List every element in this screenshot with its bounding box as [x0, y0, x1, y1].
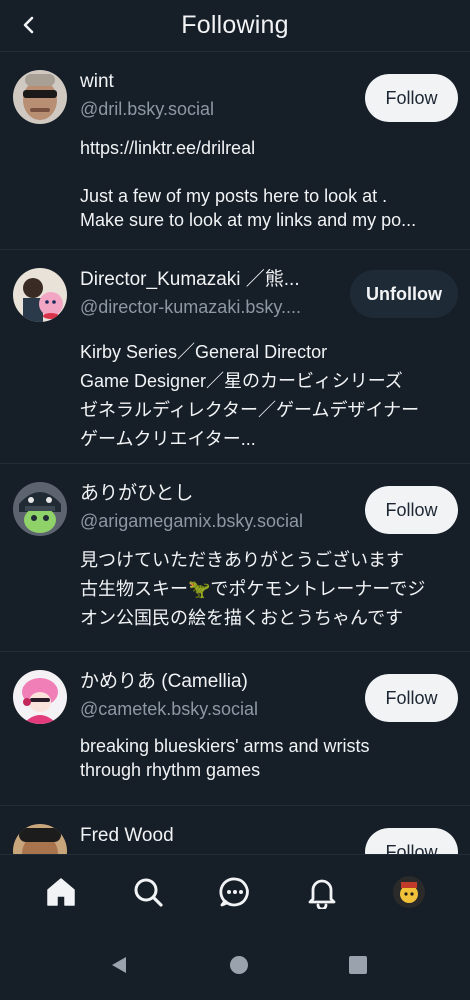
list-item[interactable]: ありがひとし @arigamegamix.bsky.social 見つけていただ…	[0, 464, 470, 652]
user-handle: @director-kumazaki.bsky....	[80, 297, 301, 317]
avatar[interactable]	[13, 670, 67, 724]
square-recents-icon	[349, 956, 367, 974]
list-item[interactable]: wint @dril.bsky.social https://linktr.ee…	[0, 52, 470, 250]
avatar[interactable]	[13, 824, 67, 854]
bottom-nav	[0, 854, 470, 928]
user-bio: breaking blueskiers' arms and wrists thr…	[80, 736, 370, 780]
system-recents-button[interactable]	[347, 954, 369, 976]
list-item[interactable]: Fred Wood Follow	[0, 806, 470, 854]
user-bio: 見つけていただきありがとうございます 古生物スキー🦖でポケモントレーナーでジ オ…	[80, 550, 426, 628]
search-icon	[134, 878, 163, 907]
chat-icon	[219, 877, 249, 906]
triangle-back-icon	[112, 957, 126, 973]
page-title: Following	[181, 11, 289, 39]
system-nav-bar	[0, 928, 470, 1000]
follow-button[interactable]: Follow	[365, 74, 458, 122]
user-name: かめりあ (Camellia)	[80, 671, 248, 692]
nav-profile[interactable]	[387, 870, 431, 914]
user-handle: @arigamegamix.bsky.social	[80, 511, 304, 531]
unfollow-button[interactable]: Unfollow	[350, 270, 458, 318]
following-list[interactable]: wint @dril.bsky.social https://linktr.ee…	[0, 52, 470, 854]
nav-home[interactable]	[39, 870, 83, 914]
nav-chat[interactable]	[213, 870, 257, 914]
follow-button[interactable]: Follow	[365, 828, 458, 854]
user-handle: @dril.bsky.social	[80, 99, 214, 119]
list-item[interactable]: かめりあ (Camellia) @cametek.bsky.social bre…	[0, 652, 470, 806]
user-handle: @cametek.bsky.social	[80, 699, 258, 719]
user-name: ありがひとし	[80, 483, 194, 504]
avatar[interactable]	[13, 70, 67, 124]
user-name: wint	[80, 71, 114, 92]
profile-avatar	[392, 875, 425, 908]
home-icon	[47, 877, 76, 906]
avatar[interactable]	[13, 268, 67, 322]
nav-search[interactable]	[126, 870, 170, 914]
follow-button[interactable]: Follow	[365, 674, 458, 722]
bell-icon	[308, 879, 336, 909]
user-bio: Kirby Series／General Director Game Desig…	[80, 342, 420, 449]
system-home-button[interactable]	[228, 954, 250, 976]
nav-notifications[interactable]	[300, 870, 344, 914]
user-name: Director_Kumazaki ／熊...	[80, 269, 300, 290]
back-button[interactable]	[14, 10, 44, 40]
avatar[interactable]	[13, 482, 67, 536]
list-item[interactable]: Director_Kumazaki ／熊... @director-kumaza…	[0, 250, 470, 464]
circle-home-icon	[230, 956, 248, 974]
user-name: Fred Wood	[80, 825, 174, 846]
user-bio: https://linktr.ee/drilreal Just a few of…	[80, 138, 417, 230]
follow-button[interactable]: Follow	[365, 486, 458, 534]
header: Following	[0, 0, 470, 52]
chevron-left-icon	[23, 16, 34, 34]
system-back-button[interactable]	[108, 954, 130, 976]
app: Following wint @dril.bsky.social https:/…	[0, 0, 470, 1000]
